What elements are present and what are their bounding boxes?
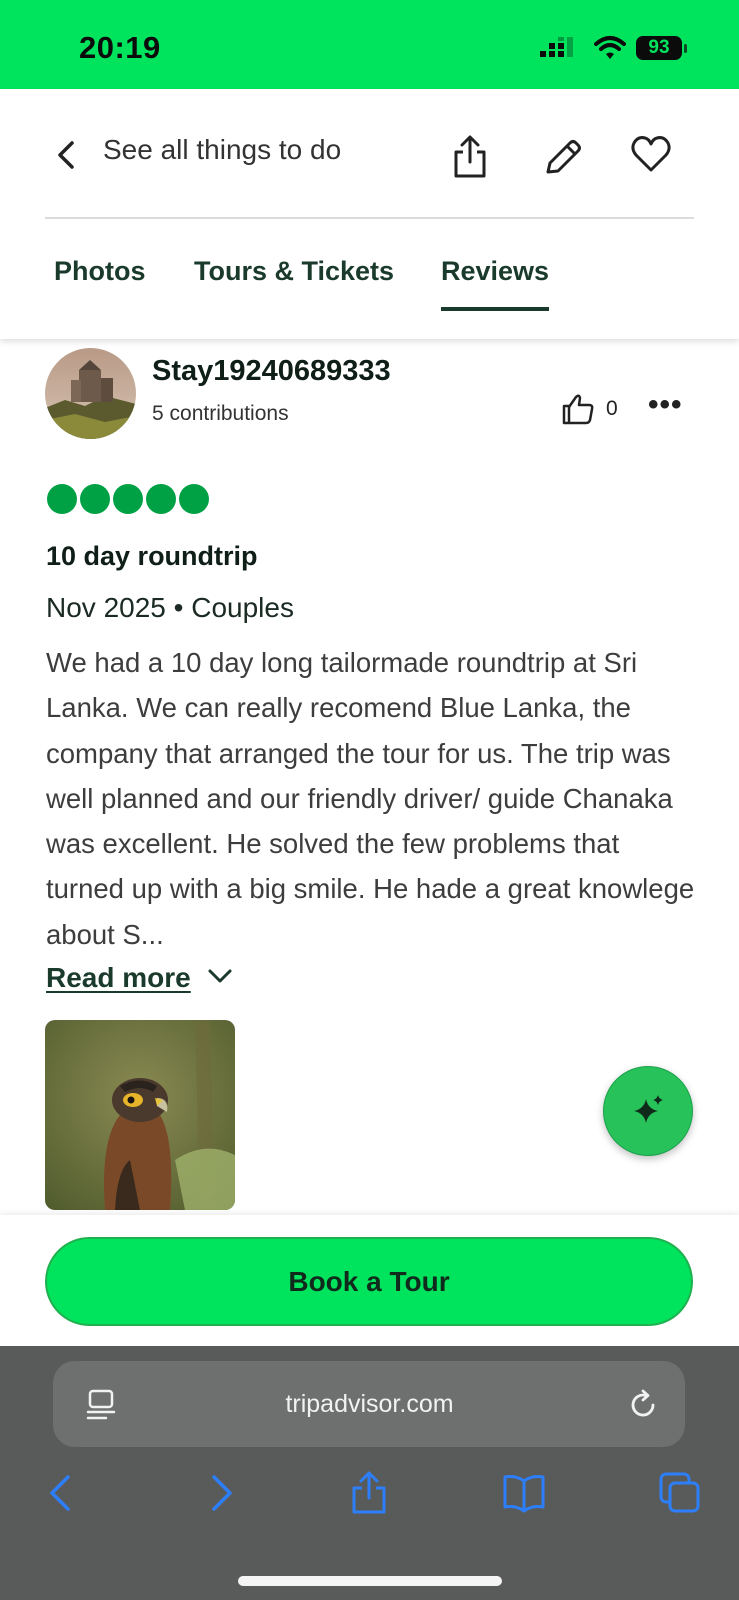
rating-bubble	[179, 484, 209, 514]
share-icon[interactable]	[450, 134, 490, 180]
status-time: 20:19	[79, 30, 161, 65]
pencil-icon[interactable]	[542, 136, 584, 178]
chevron-down-icon[interactable]	[207, 966, 233, 986]
bookmarks-icon[interactable]	[502, 1471, 546, 1515]
tab-reviews[interactable]: Reviews	[441, 256, 549, 287]
reviewer-contributions: 5 contributions	[152, 402, 289, 425]
battery-level: 93	[636, 36, 682, 60]
chevron-left-icon[interactable]	[52, 135, 82, 175]
browser-forward-icon[interactable]	[198, 1471, 242, 1515]
browser-share-icon[interactable]	[347, 1471, 391, 1515]
header-divider	[45, 217, 694, 219]
ai-assistant-button[interactable]	[603, 1066, 693, 1156]
review-body: We had a 10 day long tailormade roundtri…	[46, 647, 695, 950]
rating-bubble	[113, 484, 143, 514]
rating-bubble	[146, 484, 176, 514]
avatar[interactable]	[45, 348, 136, 439]
battery-icon: 93	[636, 36, 688, 62]
rating-bubbles	[47, 484, 212, 516]
review-photo[interactable]	[45, 1020, 235, 1210]
cellular-signal-icon	[540, 37, 573, 57]
read-more-link[interactable]: Read more	[46, 962, 191, 994]
reviewer-username[interactable]: Stay19240689333	[152, 355, 391, 388]
page-header	[0, 89, 739, 339]
thumbs-up-icon[interactable]	[561, 392, 595, 426]
rating-bubble	[80, 484, 110, 514]
heart-icon[interactable]	[630, 134, 672, 176]
more-options-icon[interactable]: •••	[648, 390, 682, 423]
reload-icon[interactable]	[626, 1388, 660, 1422]
review-title: 10 day roundtrip	[46, 541, 258, 571]
wifi-icon	[594, 36, 626, 59]
home-indicator	[238, 1576, 502, 1586]
browser-back-icon[interactable]	[40, 1471, 84, 1515]
back-link-label[interactable]: See all things to do	[103, 134, 341, 166]
book-a-tour-button[interactable]: Book a Tour	[45, 1237, 693, 1326]
review-date-trip-type: Nov 2025 • Couples	[46, 592, 294, 623]
active-tab-indicator	[441, 307, 549, 311]
helpful-vote-count: 0	[606, 397, 618, 420]
tab-tours-tickets[interactable]: Tours & Tickets	[194, 256, 394, 287]
rating-bubble	[47, 484, 77, 514]
sparkle-icon	[634, 1095, 663, 1123]
tab-photos[interactable]: Photos	[54, 256, 146, 287]
tabs-icon[interactable]	[658, 1471, 702, 1515]
